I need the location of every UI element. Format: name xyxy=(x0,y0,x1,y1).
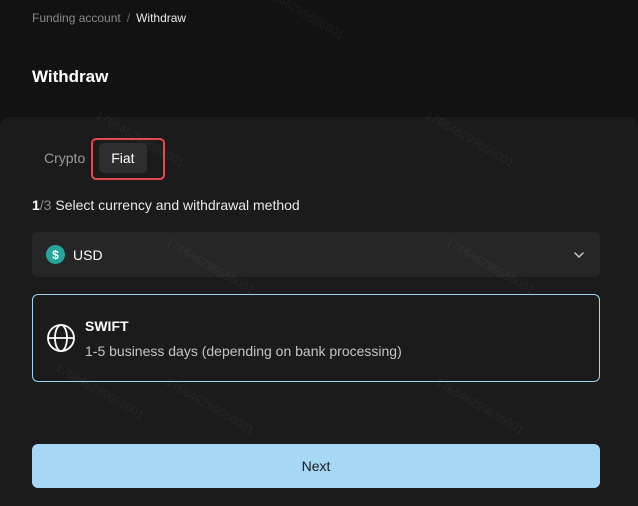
next-button[interactable]: Next xyxy=(32,444,600,488)
currency-value: USD xyxy=(73,246,103,263)
page-title: Withdraw xyxy=(32,67,109,86)
globe-icon xyxy=(47,324,75,352)
withdrawal-method-swift[interactable]: SWIFT 1-5 business days (depending on ba… xyxy=(32,294,600,382)
withdraw-page: Funding account / Withdraw Withdraw Cryp… xyxy=(0,0,638,506)
method-info: SWIFT 1-5 business days (depending on ba… xyxy=(85,318,402,359)
currency-select[interactable]: $ USD xyxy=(32,232,600,277)
step-indicator: 1/3 Select currency and withdrawal metho… xyxy=(32,197,300,213)
method-description: 1-5 business days (depending on bank pro… xyxy=(85,342,402,359)
step-total: /3 xyxy=(39,197,52,213)
step-description: Select currency and withdrawal method xyxy=(51,197,300,213)
dollar-coin-icon: $ xyxy=(46,245,65,264)
chevron-down-icon xyxy=(574,251,584,258)
watermark-text: 176646299656001 xyxy=(253,0,347,43)
breadcrumb-separator: / xyxy=(126,11,131,25)
withdraw-type-tabs: Crypto Fiat xyxy=(36,143,147,173)
step-current: 1 xyxy=(32,197,40,213)
breadcrumb: Funding account / Withdraw xyxy=(32,11,186,25)
breadcrumb-funding-account[interactable]: Funding account xyxy=(32,11,121,25)
tab-fiat[interactable]: Fiat xyxy=(99,143,147,173)
method-name: SWIFT xyxy=(85,317,129,334)
breadcrumb-current: Withdraw xyxy=(136,11,187,25)
tab-crypto[interactable]: Crypto xyxy=(36,143,93,173)
